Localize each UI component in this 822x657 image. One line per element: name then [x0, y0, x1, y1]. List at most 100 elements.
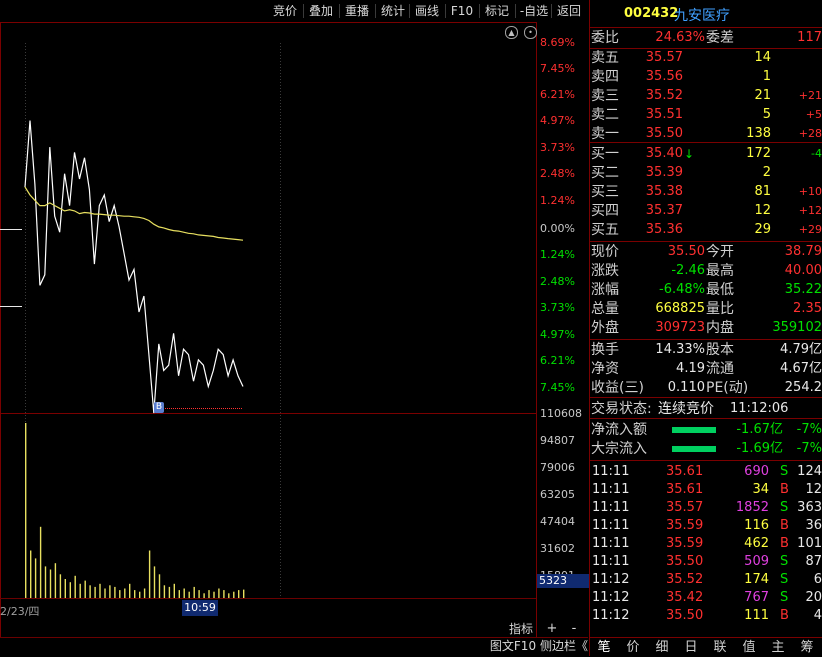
stock-name[interactable]: 九安医疗: [674, 5, 730, 25]
settings-icon[interactable]: •: [524, 26, 537, 39]
chart-panel[interactable]: 竞价 叠加 重播 统计 画线 F10 标记 -自选 返回 ▲ • 8.69% 7.45% 6.21% 4…: [0, 0, 589, 656]
volume-bar: [129, 583, 131, 598]
pin-icon[interactable]: ▲: [505, 26, 518, 39]
tab-3[interactable]: 日: [677, 639, 705, 657]
tick-row[interactable]: 11:11 35.59 116 B 36: [590, 517, 822, 535]
tick-time: 11:11: [592, 554, 630, 569]
volume-bar: [104, 588, 106, 598]
ask-row[interactable]: 卖五 35.57 14: [590, 49, 822, 67]
order-ratio-value: 24.63%: [655, 30, 705, 45]
stat-label: 最低: [706, 282, 734, 298]
tick-row[interactable]: 11:11 35.50 509 S 87: [590, 553, 822, 571]
toolbar-separator: [445, 4, 446, 18]
stat-value: 4.19: [676, 361, 705, 376]
tab-4[interactable]: 联: [706, 639, 734, 657]
toolbar-button[interactable]: -自选: [518, 2, 550, 20]
bottom-tab-bar: 笔价细日联值主筹: [590, 637, 822, 657]
volume-bar: [223, 590, 225, 598]
ask-row[interactable]: 卖一 35.50 138 +28: [590, 125, 822, 143]
percent-tick-label: 1.24%: [540, 248, 575, 261]
volume-bar: [39, 526, 42, 598]
volume-bar: [109, 585, 111, 598]
intraday-chart[interactable]: [0, 0, 588, 656]
divider: [590, 142, 822, 143]
volume-bar: [153, 566, 156, 598]
toolbar-button[interactable]: 竞价: [270, 2, 300, 20]
tab-0[interactable]: 笔: [590, 639, 618, 657]
stock-code[interactable]: 002432: [624, 6, 678, 21]
bid-row[interactable]: 买二 35.39 2: [590, 164, 822, 182]
volume-bar: [173, 583, 175, 598]
volume-tick-label: 47404: [540, 515, 575, 528]
tick-row[interactable]: 11:11 35.61 690 S 124: [590, 463, 822, 481]
toolbar-button[interactable]: 统计: [378, 2, 408, 20]
bid-row[interactable]: 买一 35.40 ↓ 172 -4: [590, 145, 822, 163]
bid-volume: 29: [754, 222, 771, 237]
sidebar-toggle-button[interactable]: 侧边栏《: [539, 638, 589, 654]
stat-row: 外盘 309723 内盘 359102: [590, 319, 822, 337]
tick-row[interactable]: 11:11 35.59 462 B 101: [590, 535, 822, 553]
toolbar-button[interactable]: 标记: [482, 2, 512, 20]
bid-row[interactable]: 买四 35.37 12 +12: [590, 202, 822, 220]
bid-row[interactable]: 买五 35.36 29 +29: [590, 221, 822, 239]
volume-tick-label: 31602: [540, 542, 575, 555]
indicator-button[interactable]: 指标: [506, 622, 536, 636]
volume-bar: [213, 591, 215, 598]
tick-count: 36: [805, 518, 822, 533]
toolbar-button[interactable]: 返回: [554, 2, 584, 20]
tick-row[interactable]: 11:12 35.50 111 B 4: [590, 607, 822, 625]
tick-price: 35.42: [666, 590, 704, 605]
stat-value: 4.67亿: [780, 361, 822, 376]
tick-row[interactable]: 11:11 35.61 34 B 12: [590, 481, 822, 499]
volume-bar: [124, 588, 126, 598]
tick-direction: S: [780, 554, 789, 569]
order-diff-value: 117: [797, 30, 822, 45]
money-flow-value: -1.69亿: [736, 441, 783, 456]
toolbar-button[interactable]: 画线: [412, 2, 442, 20]
bid-price: 35.38: [645, 184, 683, 199]
tick-volume: 767: [744, 590, 769, 605]
ask-row[interactable]: 卖二 35.51 5 +5: [590, 106, 822, 124]
ask-volume: 21: [754, 88, 771, 103]
tick-row[interactable]: 11:12 35.42 767 S 20: [590, 589, 822, 607]
stat-label: 内盘: [706, 320, 734, 336]
zoom-out-button[interactable]: -: [566, 622, 582, 636]
stat-label: 换手: [591, 342, 619, 358]
current-volume-label: 5323: [537, 574, 589, 588]
stat-value: 359102: [772, 320, 822, 335]
toolbar-button[interactable]: 叠加: [306, 2, 336, 20]
tab-1[interactable]: 价: [619, 639, 647, 657]
divider: [590, 397, 822, 398]
tick-price: 35.59: [666, 518, 704, 533]
tick-count: 20: [805, 590, 822, 605]
zoom-in-button[interactable]: +: [544, 622, 560, 636]
ask-row[interactable]: 卖四 35.56 1: [590, 68, 822, 86]
buy-marker[interactable]: B: [154, 402, 164, 413]
ask-row[interactable]: 卖三 35.52 21 +21: [590, 87, 822, 105]
stat-row: 涨跌 -2.46 最高 40.00: [590, 262, 822, 280]
stat-value: 35.22: [784, 282, 822, 297]
toolbar-button[interactable]: 重播: [342, 2, 372, 20]
ask-volume: 138: [746, 126, 771, 141]
tick-count: 101: [797, 536, 822, 551]
stat-value: -2.46: [671, 263, 705, 278]
bid-row[interactable]: 买三 35.38 81 +10: [590, 183, 822, 201]
tick-volume: 690: [744, 464, 769, 479]
volume-bar: [44, 566, 47, 598]
stat-value: 35.50: [667, 244, 705, 259]
tab-2[interactable]: 细: [648, 639, 676, 657]
ask-volume: 5: [762, 107, 771, 122]
volume-bar: [94, 586, 96, 598]
stat-row: 收益(三) 0.110 PE(动) 254.2: [590, 379, 822, 397]
tick-row[interactable]: 11:12 35.52 174 S 6: [590, 571, 822, 589]
tick-row[interactable]: 11:11 35.57 1852 S 363: [590, 499, 822, 517]
tab-7[interactable]: 筹: [793, 639, 821, 657]
tick-time: 11:12: [592, 590, 630, 605]
tab-5[interactable]: 值: [735, 639, 763, 657]
tick-volume: 1852: [735, 500, 769, 515]
cursor-time-label: 10:59: [182, 600, 218, 616]
toolbar-button[interactable]: F10: [448, 2, 476, 20]
ask-label: 卖三: [591, 88, 619, 104]
tab-6[interactable]: 主: [764, 639, 792, 657]
graphtext-f10-button[interactable]: 图文F10: [488, 638, 538, 654]
